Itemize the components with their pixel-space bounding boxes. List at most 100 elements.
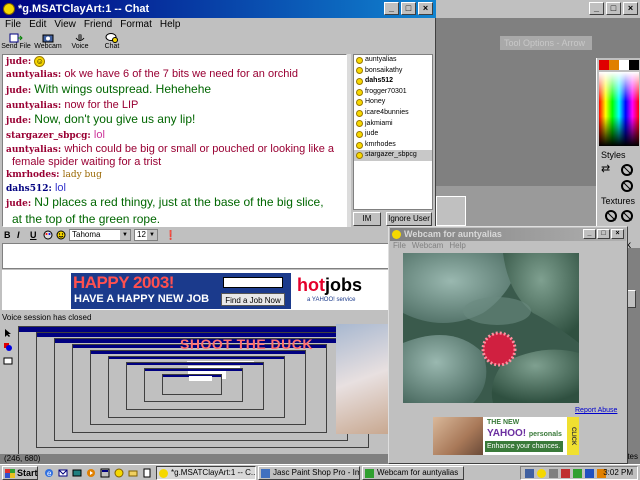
user-list-item[interactable]: jakmiami [354, 119, 432, 130]
messenger-shortcut-icon[interactable] [114, 468, 124, 478]
webcam-minimize-button[interactable]: _ [583, 229, 596, 239]
user-list-item[interactable]: bonsaikathy [354, 66, 432, 77]
ignore-user-button[interactable]: Ignore User [386, 212, 432, 226]
media-player-icon[interactable] [86, 468, 96, 478]
user-list-item[interactable]: icare4bunnies [354, 108, 432, 119]
webcam-titlebar[interactable]: Webcam for auntyalias _ □ × [390, 228, 626, 241]
psp-maximize-button[interactable]: □ [606, 2, 621, 15]
color-picker[interactable] [599, 72, 639, 146]
user-list[interactable]: auntyalias bonsaikathy dahs512 frogger70301… [353, 54, 433, 210]
internet-explorer-icon[interactable]: e [44, 468, 54, 478]
user-list-item[interactable]: kmrhodes [354, 140, 432, 151]
program-shortcut-icon[interactable] [142, 468, 152, 478]
outlook-express-icon[interactable] [58, 468, 68, 478]
hotjobs-ad[interactable]: HAPPY 2003! HAVE A HAPPY NEW JOB Find a … [71, 273, 367, 309]
send-file-button[interactable]: Send File [0, 32, 32, 54]
chat-scrollbar[interactable] [347, 54, 351, 227]
tray-app-icon[interactable] [573, 469, 582, 478]
psp-document-window[interactable] [436, 196, 466, 226]
app-shortcut-icon[interactable] [100, 468, 110, 478]
user-list-item[interactable]: frogger70301 [354, 87, 432, 98]
psp-close-button[interactable]: × [623, 2, 638, 15]
maximize-button[interactable]: □ [401, 2, 416, 15]
font-size-select[interactable]: 12 ▼ [134, 229, 158, 241]
message-text: ok we have 6 of the 7 bits we need for a… [64, 68, 298, 81]
ad-click-tab[interactable]: CLICK [567, 417, 579, 455]
network-icon[interactable] [525, 469, 534, 478]
user-list-item[interactable]: jude [354, 129, 432, 140]
webcam-button[interactable]: Webcam [32, 32, 64, 54]
user-name: kmrhodes [365, 140, 396, 148]
yahoo-logo: YAHOO! personals [487, 428, 562, 439]
yahoo-personals-ad[interactable]: THE NEW YAHOO! personals Enhance your ch… [433, 417, 579, 455]
webcam-menu-webcam[interactable]: Webcam [412, 241, 443, 251]
texture-null-icon[interactable] [621, 210, 633, 222]
start-button[interactable]: Start [2, 466, 38, 480]
swap-arrow-icon[interactable]: ⇄ [601, 162, 610, 175]
user-list-item[interactable]: Honey [354, 97, 432, 108]
find-job-button[interactable]: Find a Job Now [221, 293, 285, 306]
volume-icon[interactable] [549, 469, 558, 478]
message-nick[interactable]: jude: [6, 86, 34, 96]
arrow-tool-icon[interactable] [3, 328, 13, 338]
layers-tool-icon[interactable] [3, 356, 13, 366]
styles-null-icon[interactable] [621, 164, 633, 176]
menu-format[interactable]: Format [120, 18, 152, 32]
chat-transcript[interactable]: jude: ☺ auntyalias: ok we have 6 of the 7… [2, 54, 347, 227]
message-nick[interactable]: jude: [6, 57, 34, 67]
menu-friend[interactable]: Friend [84, 18, 112, 32]
show-desktop-icon[interactable] [72, 468, 82, 478]
menu-help[interactable]: Help [160, 18, 181, 32]
color-palette-icon[interactable] [43, 230, 53, 240]
minimize-button[interactable]: _ [384, 2, 399, 15]
ad-search-input[interactable] [223, 277, 283, 288]
user-list-item[interactable]: auntyalias [354, 55, 432, 66]
message-nick[interactable]: auntyalias: [6, 101, 64, 111]
antivirus-icon[interactable] [561, 469, 570, 478]
report-abuse-link[interactable]: Report Abuse [575, 407, 617, 414]
voice-button[interactable]: Voice [64, 32, 96, 54]
message-nick[interactable]: dahs512: [6, 184, 55, 194]
font-name-select[interactable]: Tahoma ▼ [69, 229, 131, 241]
swatch-bar[interactable] [599, 60, 639, 70]
clock[interactable]: 3:02 PM [603, 467, 633, 479]
folder-shortcut-icon[interactable] [128, 468, 138, 478]
chat-button[interactable]: Chat [96, 32, 128, 54]
user-list-item[interactable]: stargazer_sbpcg [354, 150, 432, 161]
user-list-item[interactable]: dahs512 [354, 76, 432, 87]
null-style-icon[interactable] [621, 180, 633, 192]
chat-titlebar[interactable]: *g.MSATClayArt:1 -- Chat _ □ × [0, 0, 436, 18]
message-nick[interactable]: jude: [6, 199, 34, 209]
message-input[interactable] [2, 243, 434, 269]
buzz-icon[interactable]: ❗ [165, 230, 176, 241]
menu-file[interactable]: File [5, 18, 21, 32]
webcam-menu-help[interactable]: Help [449, 241, 465, 251]
bold-button[interactable]: B [4, 230, 14, 240]
message-nick[interactable]: jude: [6, 116, 34, 126]
message-nick[interactable]: auntyalias: [6, 145, 64, 155]
emoticon-icon[interactable] [56, 230, 66, 240]
shapes-tool-icon[interactable] [3, 342, 13, 352]
taskbar-item-chat[interactable]: *g.MSATClayArt:1 -- C... [156, 466, 256, 480]
webcam-close-button[interactable]: × [611, 229, 624, 239]
menu-view[interactable]: View [54, 18, 76, 32]
message-nick[interactable]: auntyalias: [6, 70, 64, 80]
voice-label: Voice [71, 43, 89, 50]
underline-button[interactable]: U [30, 230, 40, 240]
taskbar-item-psp[interactable]: Jasc Paint Shop Pro - Ima... [258, 466, 360, 480]
italic-button[interactable]: I [17, 230, 27, 240]
texture-toggle-icon[interactable] [605, 210, 617, 222]
close-button[interactable]: × [418, 2, 433, 15]
im-button[interactable]: IM [353, 212, 381, 226]
tool-options-palette-title[interactable]: Tool Options - Arrow [500, 36, 592, 50]
taskbar-item-webcam[interactable]: Webcam for auntyalias [362, 466, 464, 480]
psp-minimize-button[interactable]: _ [589, 2, 604, 15]
tray-app2-icon[interactable] [585, 469, 594, 478]
message-nick[interactable]: stargazer_sbpcg: [6, 131, 94, 141]
webcam-menu-file[interactable]: File [393, 241, 406, 251]
message-nick[interactable]: kmrhodes: [6, 170, 63, 180]
messenger-tray-icon[interactable] [537, 469, 546, 478]
webcam-maximize-button[interactable]: □ [597, 229, 610, 239]
menu-edit[interactable]: Edit [29, 18, 46, 32]
psp-canvas-tunnel[interactable]: SHOOT THE DUCK [16, 324, 388, 454]
